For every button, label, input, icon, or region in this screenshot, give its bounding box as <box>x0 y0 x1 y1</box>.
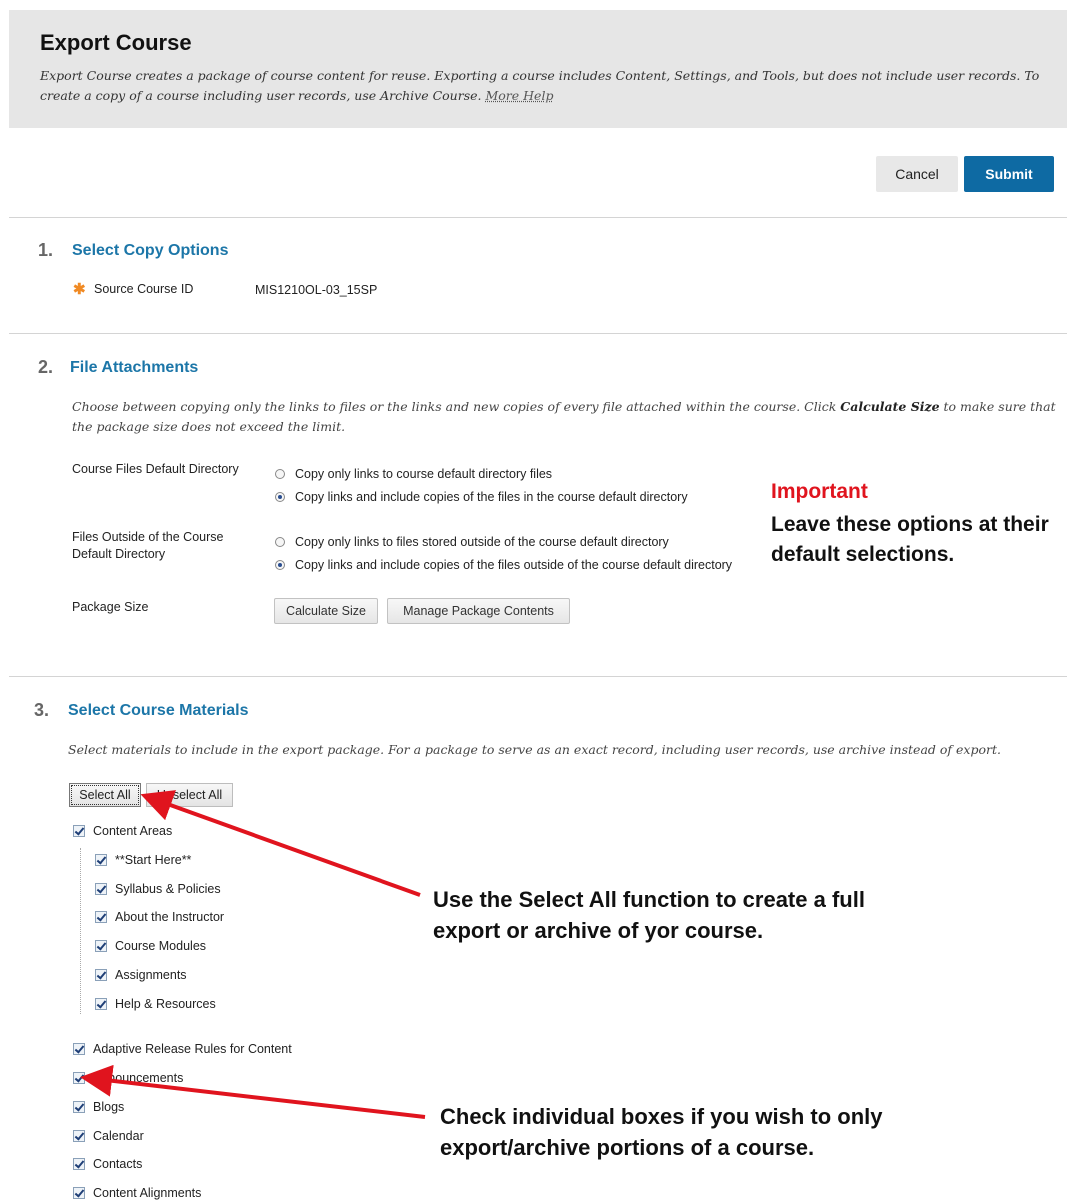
arrow-to-checkbox <box>80 1064 426 1119</box>
arrow-to-select-all <box>140 790 421 897</box>
annotation-arrows <box>80 790 426 1119</box>
